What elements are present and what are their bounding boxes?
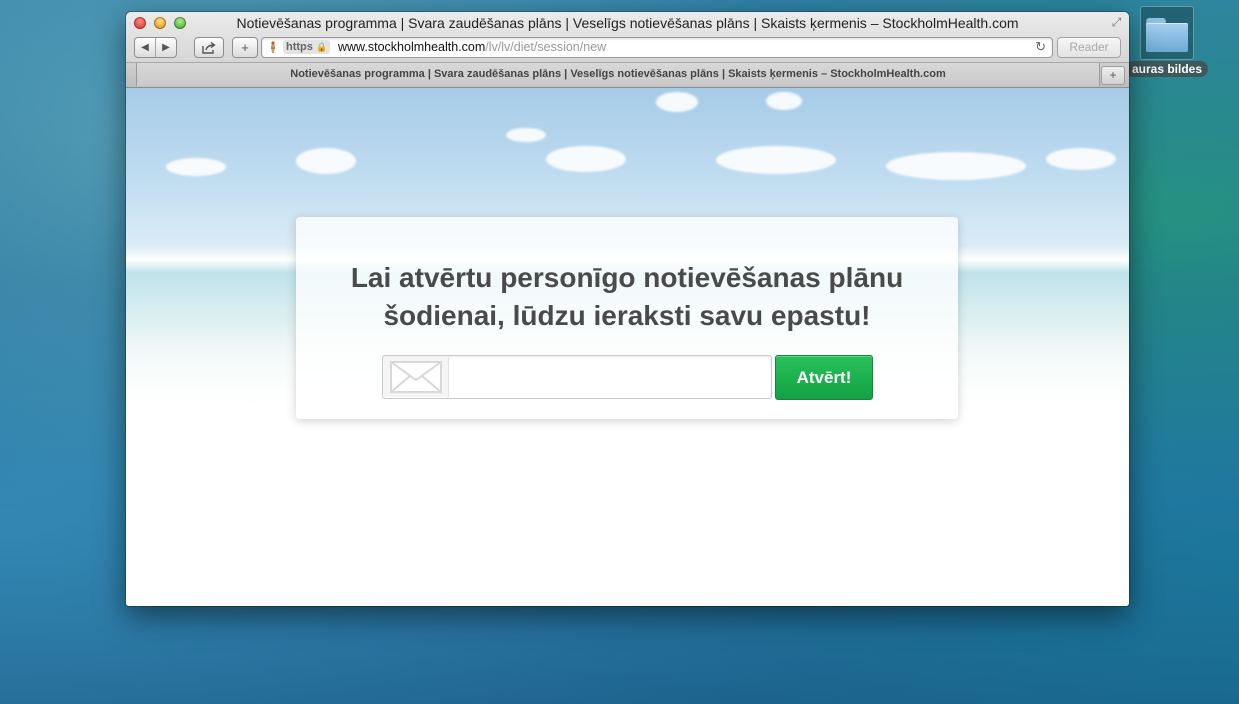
url-text[interactable]: www.stockholmhealth.com/lv/lv/diet/sessi… <box>338 40 606 55</box>
card-title-line-2: šodienai, lūdzu ieraksti savu epastu! <box>383 300 871 331</box>
lock-icon: 🔒 <box>315 42 328 52</box>
cloud <box>546 146 626 172</box>
site-favicon-icon <box>266 40 280 54</box>
email-signup-card: Lai atvērtu personīgo notievēšanas plānu… <box>296 217 958 419</box>
open-plan-button[interactable]: Atvērt! <box>775 355 873 400</box>
cloud <box>1046 148 1116 170</box>
new-tab-icon[interactable]: + <box>1101 66 1125 85</box>
window-title: Notievēšanas programma | Svara zaudēšana… <box>236 15 1019 31</box>
url-path: /lv/lv/diet/session/new <box>485 40 607 54</box>
cloud <box>166 158 226 176</box>
https-badge: https 🔒 <box>283 40 331 54</box>
nav-buttons: ◀ ▶ <box>134 37 177 58</box>
desktop-folder-label[interactable]: auras bildes <box>1126 61 1209 77</box>
folder-icon-body <box>1146 23 1188 52</box>
share-icon <box>195 38 223 57</box>
plus-icon: + <box>241 40 249 55</box>
tab-active[interactable]: Notievēšanas programma | Svara zaudēšana… <box>136 63 1100 86</box>
fullscreen-icon[interactable]: ⤢ <box>1110 16 1123 29</box>
card-title: Lai atvērtu personīgo notievēšanas plānu… <box>296 259 958 335</box>
email-field[interactable] <box>382 355 772 399</box>
browser-window: Notievēšanas programma | Svara zaudēšana… <box>126 12 1129 606</box>
cloud <box>716 146 836 174</box>
desktop-folder[interactable] <box>1140 6 1194 60</box>
url-host: www.stockholmhealth.com <box>338 40 486 54</box>
cloud <box>656 92 698 112</box>
forward-icon[interactable]: ▶ <box>155 38 176 57</box>
cloud <box>886 152 1026 180</box>
reload-icon[interactable]: ↻ <box>1035 39 1046 55</box>
card-title-line-1: Lai atvērtu personīgo notievēšanas plānu <box>350 262 904 293</box>
https-label: https <box>286 41 313 53</box>
back-icon[interactable]: ◀ <box>135 38 155 57</box>
cloud <box>506 128 546 142</box>
cloud <box>296 148 356 174</box>
add-bookmark-button[interactable]: + <box>232 37 258 58</box>
browser-toolbar: Notievēšanas programma | Svara zaudēšana… <box>126 12 1129 63</box>
envelope-icon <box>384 357 449 397</box>
share-button[interactable] <box>194 37 224 58</box>
reader-button[interactable]: Reader <box>1057 37 1121 58</box>
page-content: Lai atvērtu personīgo notievēšanas plānu… <box>126 88 1129 606</box>
folder-icon <box>1146 18 1188 52</box>
cloud <box>766 92 802 110</box>
address-bar[interactable]: https 🔒 www.stockholmhealth.com/lv/lv/di… <box>261 37 1053 58</box>
tab-bar: Notievēšanas programma | Svara zaudēšana… <box>126 63 1129 88</box>
